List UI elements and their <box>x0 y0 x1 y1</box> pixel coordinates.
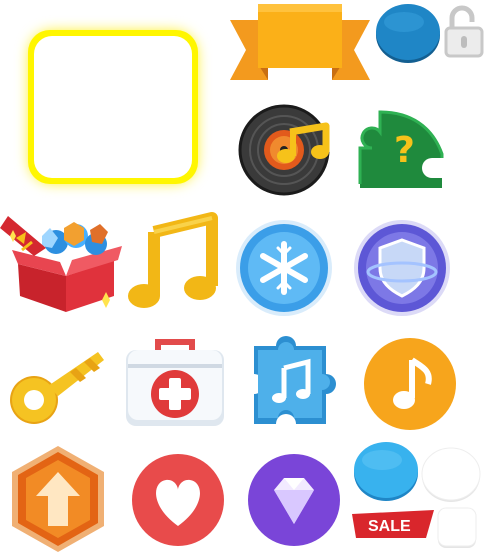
music-badge-icon <box>362 336 458 432</box>
puzzle-question-icon: ? <box>356 104 454 190</box>
first-aid-kit-icon <box>124 336 226 430</box>
music-note-icon <box>126 212 220 312</box>
blue-button-icon <box>374 2 442 64</box>
blue-button-small-icon <box>352 440 420 502</box>
white-square-icon <box>436 506 480 550</box>
svg-text:?: ? <box>394 130 415 171</box>
padlock-open-icon <box>444 5 484 58</box>
gift-box-gems-icon <box>0 208 126 316</box>
shield-badge-icon <box>352 218 452 318</box>
sale-tag-icon: SALE <box>352 508 436 540</box>
diamond-badge-icon <box>246 452 342 548</box>
puzzle-music-icon <box>248 332 342 430</box>
hexagon-arrow-icon <box>8 444 108 554</box>
sale-tag-label: SALE <box>368 518 411 535</box>
snowflake-badge-icon <box>234 218 334 318</box>
vinyl-record-icon <box>238 102 336 196</box>
ribbon-banner-icon <box>230 2 370 88</box>
glow-frame-icon <box>14 16 210 196</box>
golden-key-icon <box>6 338 110 430</box>
heart-badge-icon <box>130 452 226 548</box>
white-circle-icon <box>420 446 482 504</box>
